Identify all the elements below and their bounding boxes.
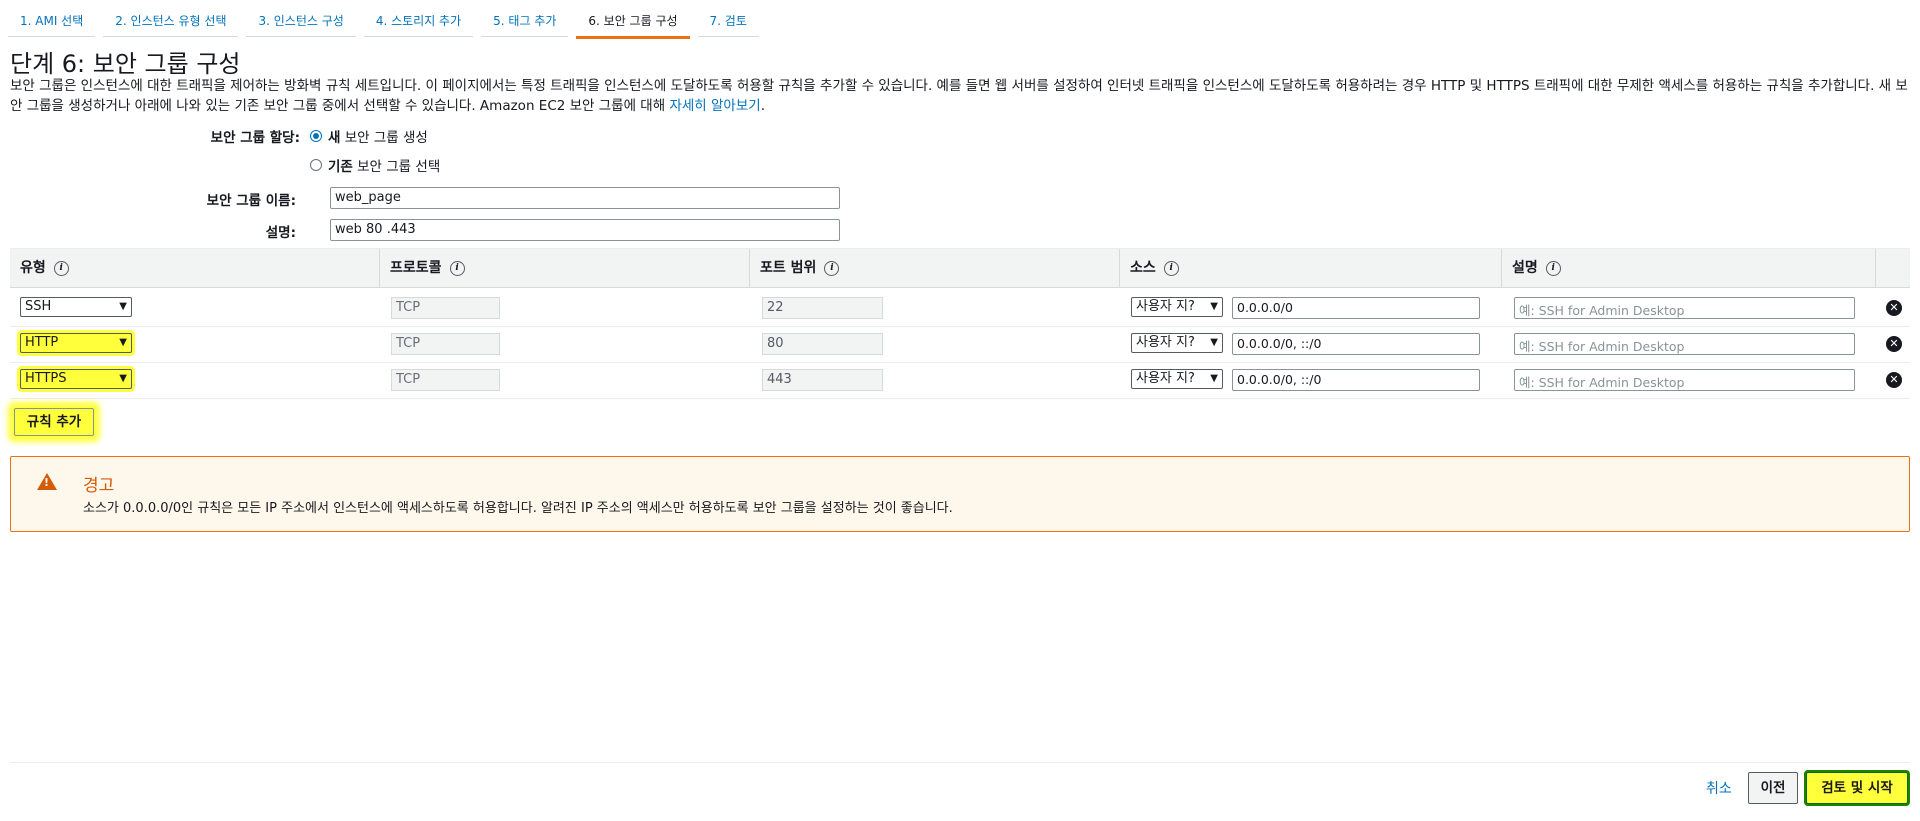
header-type: 유형 i [10,249,379,287]
delete-rule-icon[interactable]: ✕ [1886,372,1902,388]
radio-new-group[interactable]: 새 보안 그룹 생성 [310,126,428,146]
radio-existing-group[interactable]: 기존 보안 그룹 선택 [310,155,440,175]
wizard-steps: 1. AMI 선택 2. 인스턴스 유형 선택 3. 인스턴스 구성 4. 스토… [8,8,767,39]
page-description: 보안 그룹은 인스턴스에 대한 트래픽을 제어하는 방화벽 규칙 세트입니다. … [10,76,1910,116]
tab-tags[interactable]: 5. 태그 추가 [481,8,569,37]
header-protocol: 프로토콜 i [379,249,749,287]
learn-more-link[interactable]: 자세히 알아보기 [669,98,760,114]
rule-description-input[interactable]: 예: SSH for Admin Desktop [1514,369,1855,391]
tab-ami[interactable]: 1. AMI 선택 [8,8,96,37]
warning-text: 소스가 0.0.0.0/0인 규칙은 모든 IP 주소에서 인스턴스에 액세스하… [83,501,953,516]
header-source: 소스 i [1119,249,1501,287]
page-title: 단계 6: 보안 그룹 구성 [10,50,241,78]
tab-instance-config[interactable]: 3. 인스턴스 구성 [246,8,356,37]
table-row: HTTP ▼ TCP 80 사용자 지? ▼ 0.0.0.0/0, ::/0 예: … [10,326,1910,363]
chevron-down-icon: ▼ [119,301,127,312]
cancel-link[interactable]: 취소 [1706,778,1732,798]
port-range-field: 80 [762,333,883,355]
header-description: 설명 i [1501,249,1875,287]
table-row: SSH ▼ TCP 22 사용자 지? ▼ 0.0.0.0/0 예: SSH for… [10,290,1910,327]
protocol-field: TCP [391,333,500,355]
chevron-down-icon: ▼ [119,373,127,384]
chevron-down-icon: ▼ [119,337,127,348]
radio-existing-text: 보안 그룹 선택 [352,159,441,175]
review-launch-button[interactable]: 검토 및 시작 [1806,772,1908,804]
rule-description-input[interactable]: 예: SSH for Admin Desktop [1514,297,1855,319]
warning-alert: ! 경고 소스가 0.0.0.0/0인 규칙은 모든 IP 주소에서 인스턴스에… [10,456,1910,532]
port-range-field: 443 [762,369,883,391]
source-mode-select[interactable]: 사용자 지? ▼ [1131,333,1223,353]
source-mode-select[interactable]: 사용자 지? ▼ [1131,297,1223,317]
type-select[interactable]: SSH ▼ [20,297,132,317]
radio-new-bold: 새 [328,130,341,146]
group-desc-input[interactable]: web 80 .443 [330,219,840,241]
chevron-down-icon: ▼ [1210,373,1218,384]
header-port-range: 포트 범위 i [749,249,1119,287]
tab-storage[interactable]: 4. 스토리지 추가 [363,8,474,37]
tab-instance-type[interactable]: 2. 인스턴스 유형 선택 [103,8,239,37]
port-range-field: 22 [762,297,883,319]
warning-icon: ! [37,473,57,490]
info-icon[interactable]: i [1545,260,1561,276]
info-icon[interactable]: i [824,260,840,276]
description-period: . [760,98,765,114]
info-icon[interactable]: i [1163,260,1179,276]
type-select[interactable]: HTTP ▼ [20,333,132,353]
info-icon[interactable]: i [53,260,69,276]
source-mode-select[interactable]: 사용자 지? ▼ [1131,369,1223,389]
add-rule-button[interactable]: 규칙 추가 [14,408,94,436]
rule-description-input[interactable]: 예: SSH for Admin Desktop [1514,333,1855,355]
tab-security-group[interactable]: 6. 보안 그룹 구성 [576,8,690,39]
group-desc-label: 설명: [265,225,296,241]
info-icon[interactable]: i [449,260,465,276]
radio-new-icon[interactable] [310,130,322,142]
tab-review[interactable]: 7. 검토 [697,8,759,37]
header-actions [1875,249,1910,287]
delete-rule-icon[interactable]: ✕ [1886,300,1902,316]
radio-new-text: 보안 그룹 생성 [340,130,428,146]
group-name-label: 보안 그룹 이름: [206,193,296,209]
chevron-down-icon: ▼ [1210,337,1218,348]
previous-button[interactable]: 이전 [1748,772,1798,804]
delete-rule-icon[interactable]: ✕ [1886,336,1902,352]
source-cidr-input[interactable]: 0.0.0.0/0, ::/0 [1232,333,1480,355]
radio-existing-bold: 기존 [328,159,353,175]
warning-title: 경고 [83,476,115,496]
assignment-label: 보안 그룹 할당: [210,130,300,146]
radio-existing-icon[interactable] [310,159,322,171]
table-row: HTTPS ▼ TCP 443 사용자 지? ▼ 0.0.0.0/0, ::/0 예… [10,362,1910,399]
footer-divider [10,762,1910,763]
rules-table-header: 유형 i 프로토콜 i 포트 범위 i 소스 i 설명 i [10,248,1910,288]
type-select[interactable]: HTTPS ▼ [20,369,132,389]
chevron-down-icon: ▼ [1210,301,1218,312]
protocol-field: TCP [391,369,500,391]
group-name-input[interactable]: web_page [330,187,840,209]
source-cidr-input[interactable]: 0.0.0.0/0, ::/0 [1232,369,1480,391]
source-cidr-input[interactable]: 0.0.0.0/0 [1232,297,1480,319]
description-text: 보안 그룹은 인스턴스에 대한 트래픽을 제어하는 방화벽 규칙 세트입니다. … [10,78,1908,114]
protocol-field: TCP [391,297,500,319]
